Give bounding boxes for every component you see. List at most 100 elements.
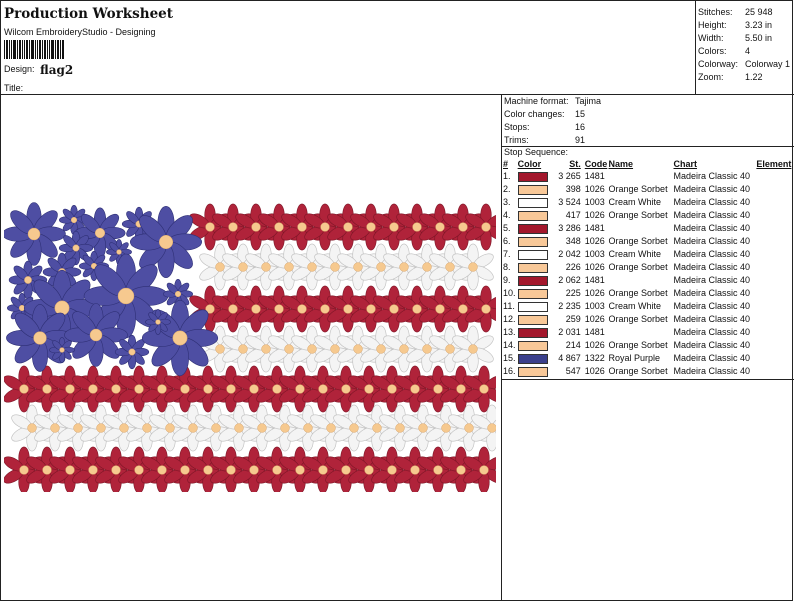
- row-num: 13.: [503, 327, 516, 337]
- color-swatch: [517, 366, 548, 377]
- row-num: 12.: [503, 314, 516, 324]
- table-row: 2. 398 1026 Orange Sorbet Madeira Classic 40: [503, 183, 794, 196]
- row-chart: Madeira Classic 40: [673, 223, 751, 233]
- row-code: 1003: [584, 249, 605, 259]
- row-num: 9.: [503, 275, 511, 285]
- color-swatch: [517, 184, 548, 195]
- row-element: [756, 274, 794, 287]
- row-chart: Madeira Classic 40: [673, 366, 751, 376]
- header-chart: Chart: [673, 159, 698, 169]
- table-row: 7. 2 042 1003 Cream White Madeira Classic 40: [503, 248, 794, 261]
- header-num: #: [503, 159, 509, 169]
- row-num: 2.: [503, 184, 511, 194]
- row-name: Orange Sorbet: [608, 366, 668, 376]
- color-swatch-cell: [517, 300, 551, 313]
- row-name: Cream White: [608, 197, 662, 207]
- purple-flower: [49, 337, 75, 363]
- row-num: 14.: [503, 340, 516, 350]
- machine-label: Stops:: [504, 122, 530, 132]
- stat-label: Height:: [698, 20, 727, 30]
- purple-flower: [129, 205, 203, 279]
- color-swatch-cell: [517, 326, 551, 339]
- color-swatch: [517, 236, 548, 247]
- color-swatch-cell: [517, 274, 551, 287]
- row-num: 11.: [503, 301, 515, 311]
- purple-flower: [141, 299, 219, 377]
- row-stitches: 3 524: [558, 197, 581, 207]
- row-code: 1481: [584, 223, 605, 233]
- row-stitches: 225: [565, 288, 581, 298]
- color-swatch: [517, 314, 548, 325]
- row-element: [756, 261, 794, 274]
- barcode: [4, 40, 64, 59]
- row-element: [756, 313, 794, 326]
- title-label: Title:: [4, 83, 24, 93]
- table-row: 16. 547 1026 Orange Sorbet Madeira Classic 4…: [503, 365, 794, 378]
- machine-value: 91: [575, 135, 586, 145]
- color-swatch: [517, 275, 548, 286]
- page-title: Production Worksheet: [4, 6, 173, 22]
- stats-divider: [695, 0, 696, 95]
- row-stitches: 3 286: [558, 223, 581, 233]
- row-name: [609, 170, 674, 183]
- color-swatch-cell: [517, 313, 551, 326]
- row-stitches: 547: [565, 366, 581, 376]
- row-code: 1003: [584, 197, 605, 207]
- row-element: [756, 365, 794, 378]
- row-element: [756, 300, 794, 313]
- row-chart: Madeira Classic 40: [673, 184, 751, 194]
- row-name: Orange Sorbet: [608, 262, 668, 272]
- color-swatch-cell: [517, 209, 551, 222]
- row-num: 15.: [503, 353, 516, 363]
- row-chart: Madeira Classic 40: [673, 340, 751, 350]
- stat-value: 25 948: [745, 7, 773, 17]
- row-chart: Madeira Classic 40: [673, 210, 751, 220]
- row-element: [756, 183, 794, 196]
- color-swatch: [517, 340, 548, 351]
- row-element: [756, 235, 794, 248]
- table-row: 13. 2 031 1481 Madeira Classic 40: [503, 326, 794, 339]
- machine-value: 15: [575, 109, 586, 119]
- stat-label: Colors:: [698, 46, 727, 56]
- row-code: 1026: [584, 184, 605, 194]
- color-swatch-cell: [517, 196, 551, 209]
- table-body: 1. 3 265 1481 Madeira Classic 40 2. 398 1026 Or…: [503, 170, 794, 378]
- row-stitches: 417: [565, 210, 581, 220]
- row-name: Cream White: [608, 249, 662, 259]
- machine-value: Tajima: [575, 96, 602, 106]
- color-swatch: [517, 353, 548, 364]
- row-stitches: 226: [565, 262, 581, 272]
- color-swatch-cell: [517, 352, 551, 365]
- row-element: [756, 248, 794, 261]
- header-element: Element: [756, 159, 792, 169]
- stat-label: Zoom:: [698, 72, 724, 82]
- row-stitches: 2 031: [558, 327, 581, 337]
- row-name: Orange Sorbet: [608, 210, 668, 220]
- studio-name: Wilcom EmbroideryStudio - Designing: [4, 27, 156, 37]
- table-row: 4. 417 1026 Orange Sorbet Madeira Classic 40: [503, 209, 794, 222]
- table-divider: [501, 379, 794, 380]
- row-chart: Madeira Classic 40: [673, 171, 751, 181]
- color-swatch: [517, 171, 548, 182]
- row-chart: Madeira Classic 40: [673, 288, 751, 298]
- table-header-row: # Color St. Code Name Chart Element: [503, 159, 794, 170]
- row-num: 6.: [503, 236, 511, 246]
- row-chart: Madeira Classic 40: [673, 197, 751, 207]
- purple-flower: [4, 202, 66, 266]
- row-element: [756, 352, 794, 365]
- design-preview: [4, 202, 496, 492]
- stat-label: Width:: [698, 33, 724, 43]
- row-code: 1026: [584, 366, 605, 376]
- row-name: Orange Sorbet: [608, 314, 668, 324]
- color-swatch: [517, 288, 548, 299]
- stop-sequence-table: # Color St. Code Name Chart Element 1. 3 …: [503, 159, 794, 378]
- row-chart: Madeira Classic 40: [673, 327, 751, 337]
- row-code: 1481: [584, 275, 605, 285]
- row-stitches: 214: [565, 340, 581, 350]
- row-stitches: 2 042: [558, 249, 581, 259]
- row-stitches: 398: [565, 184, 581, 194]
- stat-label: Colorway:: [698, 59, 739, 69]
- purple-flower: [64, 303, 128, 367]
- design-name: flag2: [40, 63, 74, 77]
- row-element: [756, 222, 794, 235]
